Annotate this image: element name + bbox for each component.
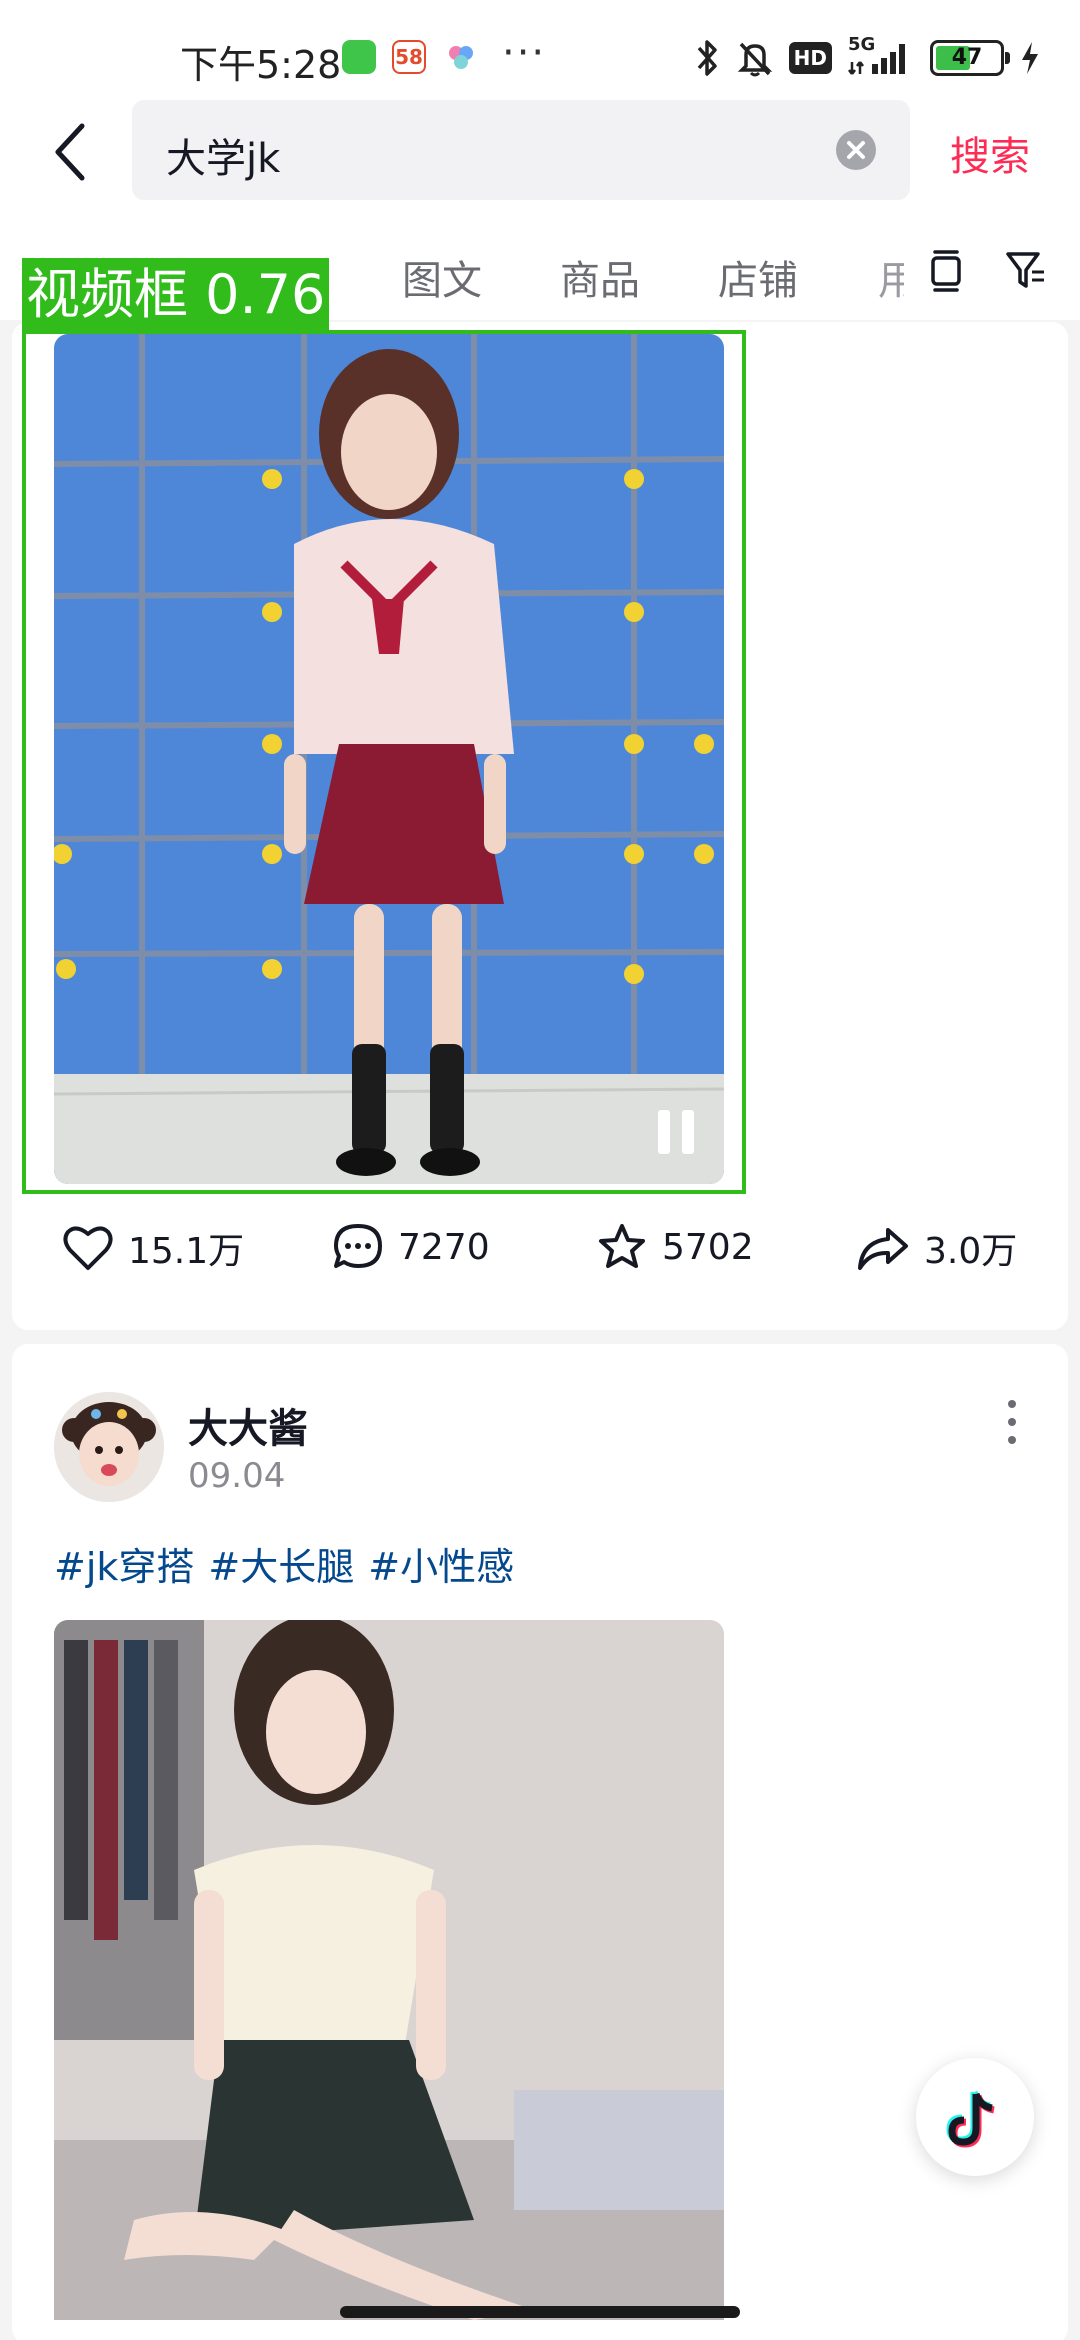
app-58-label: 58 <box>395 45 423 69</box>
video-player-2[interactable] <box>54 1620 724 2320</box>
bluetooth-icon <box>697 40 717 76</box>
share-icon <box>858 1228 908 1270</box>
tab-products[interactable]: 商品 <box>560 248 640 306</box>
star-icon <box>599 1224 645 1268</box>
hashtag-jk-outfit[interactable]: #jk穿搭 <box>54 1545 194 1589</box>
avatar-image <box>54 1392 164 1502</box>
like-button[interactable]: 15.1万 <box>62 1222 244 1274</box>
search-button[interactable]: 搜索 <box>950 124 1030 182</box>
flower-app-icon <box>444 40 478 74</box>
charging-icon <box>1022 42 1038 74</box>
signal-icon: 5G <box>848 34 914 78</box>
status-icons: HD 5G 47 <box>693 34 1040 78</box>
battery-level: 47 <box>951 45 983 70</box>
share-button[interactable]: 3.0万 <box>856 1222 1017 1274</box>
filter-icon[interactable] <box>1004 248 1048 292</box>
hashtag-long-legs[interactable]: #大长腿 <box>208 1545 354 1589</box>
tab-users-clipped[interactable]: 用 <box>878 248 904 306</box>
status-bar: 下午5:28 58 ··· HD 5G 47 <box>0 0 1080 100</box>
pause-icon <box>658 1110 670 1154</box>
video-player-1[interactable] <box>54 334 724 1184</box>
post-card-1: 15.1万 7270 5702 3.0万 <box>12 322 1068 1330</box>
clear-search-button[interactable] <box>836 130 876 170</box>
mute-bell-icon <box>737 42 772 77</box>
search-header: 大学jk 搜索 <box>0 100 1080 220</box>
app-58-icon: 58 <box>392 40 426 74</box>
home-indicator[interactable] <box>340 2306 740 2318</box>
douyin-logo-icon <box>946 2090 995 2148</box>
search-query: 大学jk <box>166 136 281 182</box>
status-time: 下午5:28 <box>180 43 342 87</box>
video-thumbnail-1 <box>54 334 724 1184</box>
layout-toggle-icon[interactable] <box>926 248 966 292</box>
post-card-2: 大大酱 09.04 #jk穿搭 #大长腿 #小性感 <box>12 1344 1068 2340</box>
video-thumbnail-2 <box>54 1620 724 2320</box>
like-count: 15.1万 <box>128 1231 245 1272</box>
more-vertical-icon <box>1008 1400 1016 1408</box>
share-count: 3.0万 <box>924 1231 1018 1272</box>
favorite-count: 5702 <box>662 1226 754 1268</box>
detection-label: 视频框 0.76 <box>22 258 330 332</box>
tab-shops[interactable]: 店铺 <box>718 248 798 306</box>
more-notifications-icon: ··· <box>502 30 547 76</box>
tab-image-text[interactable]: 图文 <box>402 248 482 306</box>
back-button[interactable] <box>50 122 110 198</box>
more-options-button[interactable] <box>1006 1400 1018 1444</box>
close-icon <box>847 141 865 159</box>
comment-button[interactable]: 7270 <box>332 1222 490 1272</box>
favorite-button[interactable]: 5702 <box>596 1222 754 1272</box>
comment-count: 7270 <box>398 1226 490 1268</box>
hd-badge: HD <box>788 42 832 74</box>
hashtags: #jk穿搭 #大长腿 #小性感 <box>54 1536 528 1591</box>
pause-button[interactable] <box>656 1110 696 1154</box>
cat-app-icon <box>342 40 376 74</box>
heart-icon <box>63 1226 113 1270</box>
search-input[interactable]: 大学jk <box>132 100 910 200</box>
author-name[interactable]: 大大酱 <box>188 1396 308 1454</box>
post-actions-1: 15.1万 7270 5702 3.0万 <box>12 1212 1068 1292</box>
battery-icon: 47 <box>930 40 1010 76</box>
back-arrow-icon <box>55 123 85 181</box>
avatar[interactable] <box>54 1392 164 1502</box>
post-date: 09.04 <box>188 1456 286 1496</box>
comment-icon <box>334 1224 382 1268</box>
hashtag-sexy[interactable]: #小性感 <box>368 1545 514 1589</box>
douyin-home-button[interactable] <box>916 2058 1034 2176</box>
